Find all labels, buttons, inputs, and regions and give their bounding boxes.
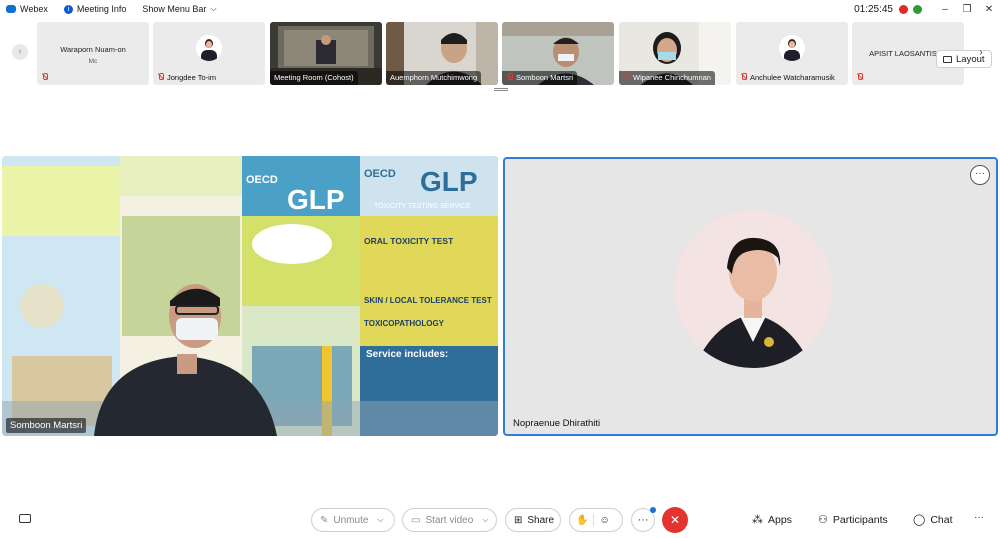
- start-video-label: Start video: [425, 514, 474, 526]
- apps-button[interactable]: ⁂ Apps: [752, 513, 792, 527]
- participant-name: Anchulee Watcharamusik: [750, 73, 835, 82]
- share-label: Share: [527, 514, 555, 526]
- start-video-button[interactable]: ▭ Start video ⌵: [402, 508, 497, 532]
- muted-mic-icon: ✎: [320, 514, 329, 526]
- meeting-info-button[interactable]: i Meeting Info: [63, 4, 127, 14]
- participant-avatar: [674, 210, 832, 368]
- participants-label: Participants: [832, 513, 888, 526]
- network-status-icon[interactable]: [913, 4, 922, 14]
- participant-tile[interactable]: Auemphorn Mutchimwong: [386, 22, 498, 85]
- chevron-down-icon[interactable]: ⌵: [377, 515, 383, 525]
- participant-name: Auemphorn Mutchimwong: [386, 71, 482, 85]
- chevron-down-icon: ⌵: [210, 4, 217, 13]
- show-menu-bar-label: Show Menu Bar: [142, 4, 207, 14]
- unmute-label: Unmute: [333, 514, 369, 526]
- participant-name: Wipanee Chinchumnan: [633, 73, 711, 82]
- chat-button[interactable]: ◯ Chat: [913, 513, 953, 527]
- share-icon: ⊞: [514, 514, 523, 526]
- video-options-button[interactable]: ···: [970, 165, 990, 185]
- close-window-button[interactable]: ✕: [978, 4, 1000, 15]
- participant-tile[interactable]: Anchulee Watcharamusik: [736, 22, 848, 85]
- muted-mic-icon: [856, 73, 863, 81]
- participant-role: Mc: [88, 58, 98, 65]
- meeting-timer: 01:25:45: [854, 3, 893, 15]
- title-bar: Webex i Meeting Info Show Menu Bar ⌵ 01:…: [0, 0, 1000, 18]
- participant-name-label: Somboon Martsri: [6, 418, 87, 433]
- video-off-icon: ▭: [411, 514, 421, 526]
- reactions-icon[interactable]: ☺: [599, 515, 609, 526]
- participant-name: Somboon Martsri: [516, 73, 574, 82]
- info-icon: i: [63, 4, 73, 14]
- chat-icon: ◯: [913, 514, 926, 526]
- share-button[interactable]: ⊞ Share: [505, 508, 561, 532]
- participant-name: Jongdee To-im: [167, 73, 217, 82]
- filmstrip-next-button[interactable]: ›: [974, 46, 988, 60]
- webex-app-menu[interactable]: Webex: [6, 4, 48, 14]
- meeting-controls-bar: ✎ Unmute ⌵ ▭ Start video ⌵ ⊞ Share ✋ ☺ ·…: [0, 500, 1000, 538]
- banner-backdrop: [2, 156, 498, 436]
- avatar: [779, 35, 805, 61]
- participant-name: Waraporn Nuam-on: [60, 45, 126, 54]
- stage-video-left[interactable]: Somboon Martsri: [2, 156, 498, 436]
- muted-mic-icon: [41, 73, 48, 81]
- avatar: [196, 35, 222, 61]
- layout-icon: [943, 55, 952, 63]
- notification-badge: [650, 507, 656, 513]
- muted-mic-icon: [740, 73, 747, 81]
- captions-icon[interactable]: [19, 514, 31, 523]
- meeting-info-label: Meeting Info: [76, 4, 127, 14]
- participant-tile[interactable]: Jongdee To-im: [153, 22, 265, 85]
- participant-tile[interactable]: Somboon Martsri: [502, 22, 614, 85]
- participant-tile[interactable]: Wipanee Chinchumnan: [619, 22, 731, 85]
- apps-label: Apps: [768, 513, 792, 526]
- filmstrip-resize-handle[interactable]: [494, 88, 508, 91]
- restore-button[interactable]: ❐: [956, 4, 978, 15]
- participants-icon: ⚇: [818, 514, 828, 526]
- recording-indicator-icon[interactable]: [899, 4, 908, 14]
- unmute-button[interactable]: ✎ Unmute ⌵: [311, 508, 395, 532]
- leave-meeting-button[interactable]: ✕: [662, 507, 688, 533]
- raise-hand-icon[interactable]: ✋: [576, 515, 588, 526]
- webex-logo-icon: [6, 5, 16, 13]
- muted-mic-icon: [623, 73, 630, 81]
- overflow-menu-button[interactable]: ···: [974, 512, 984, 523]
- stage-video-right[interactable]: ··· Nopraenue Dhirathiti: [503, 157, 998, 436]
- participant-tile[interactable]: Waraporn Nuam-on Mc: [37, 22, 149, 85]
- filmstrip-prev-button[interactable]: ‹: [12, 44, 28, 60]
- chat-label: Chat: [930, 513, 953, 526]
- reactions-group: ✋ ☺: [569, 508, 623, 532]
- participant-filmstrip: ‹ Waraporn Nuam-on Mc Jongdee To-im Meet…: [0, 20, 1000, 88]
- muted-mic-icon: [157, 73, 164, 81]
- minimize-button[interactable]: –: [934, 4, 956, 15]
- apps-icon: ⁂: [752, 514, 763, 526]
- app-name: Webex: [20, 4, 48, 14]
- muted-mic-icon: [506, 73, 513, 81]
- participants-button[interactable]: ⚇ Participants: [818, 513, 888, 527]
- participant-name-label: Nopraenue Dhirathiti: [513, 418, 601, 429]
- participant-tile[interactable]: Meeting Room (Cohost): [270, 22, 382, 85]
- chevron-down-icon[interactable]: ⌵: [482, 515, 488, 525]
- show-menu-bar-button[interactable]: Show Menu Bar ⌵: [142, 4, 216, 14]
- participant-name: Meeting Room (Cohost): [270, 71, 358, 85]
